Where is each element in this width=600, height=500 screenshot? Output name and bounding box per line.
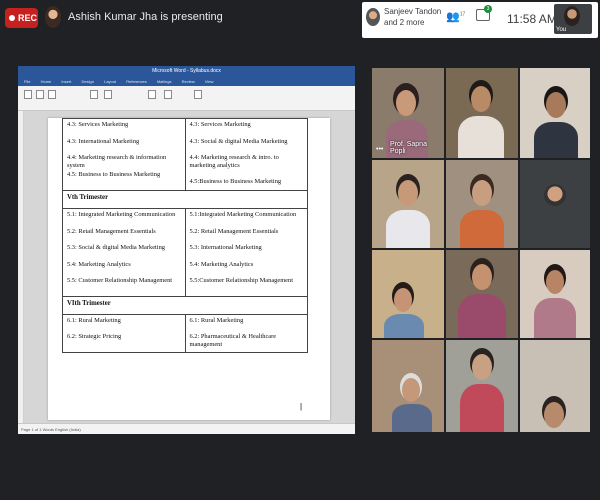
meeting-time: 11:58 AM — [507, 12, 557, 26]
word-title-bar: Microsoft Word - Syllabus.docx — [18, 66, 355, 77]
list-item: 4.3: Services Marketing — [189, 121, 251, 128]
web-layout-icon[interactable] — [48, 90, 56, 99]
one-page-icon[interactable] — [104, 90, 112, 99]
video-tile-avatar[interactable] — [520, 160, 590, 248]
shared-screen: Microsoft Word - Syllabus.docx File Home… — [18, 66, 355, 434]
tab-home[interactable]: Home — [41, 79, 52, 84]
video-tile[interactable] — [446, 68, 518, 158]
participants-button[interactable]: 👥17 — [446, 10, 465, 23]
more-options-icon[interactable]: ••• — [376, 146, 383, 153]
read-mode-icon[interactable] — [24, 90, 32, 99]
macros-icon[interactable] — [194, 90, 202, 99]
video-tile[interactable] — [372, 160, 444, 248]
list-item: 5.3: International Marketing — [189, 244, 262, 251]
participants-summary[interactable]: Sanjeev Tandon and 2 more — [384, 6, 441, 28]
people-icon: 👥 — [446, 11, 460, 23]
tab-insert[interactable]: Insert — [61, 79, 71, 84]
video-tile[interactable] — [520, 250, 590, 338]
tab-design[interactable]: Design — [82, 79, 94, 84]
video-tile[interactable] — [446, 340, 518, 432]
record-dot-icon — [9, 15, 15, 21]
list-item: 4.3: International Marketing — [67, 137, 140, 145]
video-tile-sapna-popli[interactable]: ••• Prof. Sapna Popli — [372, 68, 444, 158]
zoom-icon[interactable] — [90, 90, 98, 99]
tab-file[interactable]: File — [24, 79, 30, 84]
table-cell: 5.1: Integrated Marketing Communication … — [62, 208, 186, 297]
tab-layout[interactable]: Layout — [104, 79, 116, 84]
tab-view[interactable]: View — [205, 79, 214, 84]
list-item: 5.2: Retail Management Essentials — [67, 227, 156, 235]
video-tile[interactable] — [446, 160, 518, 248]
vertical-ruler — [18, 111, 24, 423]
recording-label: REC — [18, 13, 38, 23]
table-cell: 4.3: Services Marketing 4.3: Internation… — [62, 118, 186, 191]
section-heading-vi: VIth Trimester — [62, 295, 308, 315]
tab-mailings[interactable]: Mailings — [157, 79, 172, 84]
list-item: 5.1:Integrated Marketing Communication — [189, 211, 297, 218]
new-window-icon[interactable] — [148, 90, 156, 99]
list-item: 4.4: Marketing research & intro. to mark… — [189, 154, 279, 169]
presenting-text: Ashish Kumar Jha is presenting — [68, 11, 223, 23]
tab-references[interactable]: References — [126, 79, 146, 84]
list-item: 5.3: Social & digital Media Marketing — [67, 244, 165, 251]
list-item: 5.5: Customer Relationship Management — [67, 277, 173, 284]
recording-badge: REC — [5, 8, 38, 28]
text-cursor: | — [300, 402, 303, 411]
tile-name-label: Prof. Sapna Popli — [390, 141, 427, 155]
list-item: 6.2: Strategic Pricing — [67, 333, 122, 340]
list-item: 5.4: Marketing Analytics — [67, 260, 131, 268]
presenter-avatar — [45, 6, 61, 28]
participants-name-line: Sanjeev Tandon — [384, 7, 442, 16]
list-item: 4.5:Business to Business Marketing — [189, 178, 282, 185]
print-layout-icon[interactable] — [36, 90, 44, 99]
chat-badge: 3 — [484, 5, 492, 13]
self-avatar — [564, 6, 580, 26]
participant-count: 17 — [459, 11, 466, 18]
word-status-bar: Page 1 of 1 Words English (India) — [18, 423, 355, 434]
video-tile[interactable] — [446, 250, 518, 338]
list-item: 6.1: Rural Marketing — [67, 316, 121, 324]
split-icon[interactable] — [164, 90, 172, 99]
word-ribbon-tabs: File Home Insert Design Layout Reference… — [18, 77, 355, 86]
table-cell: 5.1:Integrated Marketing Communication 5… — [184, 208, 308, 297]
list-item: 4.3: Social & digital Media Marketing — [189, 137, 288, 145]
word-ribbon — [18, 86, 355, 111]
table-cell: 6.1: Rural Marketing 6.2: Pharmaceutical… — [184, 313, 308, 353]
video-tile[interactable] — [520, 68, 590, 158]
section-heading-v: Vth Trimester — [62, 190, 308, 209]
syllabus-table: 4.3: Services Marketing 4.3: Internation… — [62, 118, 308, 353]
list-item: 5.5:Customer Relationship Management — [189, 277, 293, 284]
participants-more-line: and 2 more — [384, 18, 425, 27]
list-item: 4.3: Services Marketing — [67, 121, 129, 128]
document-page[interactable]: 4.3: Services Marketing 4.3: Internation… — [48, 118, 330, 420]
video-tile[interactable] — [372, 340, 444, 432]
list-item: 5.1: Integrated Marketing Communication — [67, 211, 176, 218]
meeting-top-bar: REC Ashish Kumar Jha is presenting Sanje… — [0, 0, 600, 40]
table-cell: 6.1: Rural Marketing 6.2: Strategic Pric… — [62, 313, 186, 353]
video-tile[interactable] — [372, 250, 444, 338]
tab-review[interactable]: Review — [182, 79, 195, 84]
self-video-tile[interactable]: You — [554, 4, 592, 34]
list-item: 6.1: Rural Marketing — [189, 316, 244, 324]
participant-avatar — [366, 8, 380, 26]
list-item: 5.2: Retail Management Essentials — [189, 227, 279, 235]
self-label: You — [556, 27, 567, 33]
table-cell: 4.3: Services Marketing 4.3: Social & di… — [184, 118, 308, 191]
list-item: 4.5: Business to Business Marketing — [67, 170, 161, 178]
video-tile[interactable] — [520, 340, 590, 432]
list-item: 5.4: Marketing Analytics — [189, 260, 254, 268]
list-item: 4.4: Marketing research & information sy… — [67, 154, 167, 169]
list-item: 6.2: Pharmaceutical & Healthcare managem… — [189, 333, 277, 348]
